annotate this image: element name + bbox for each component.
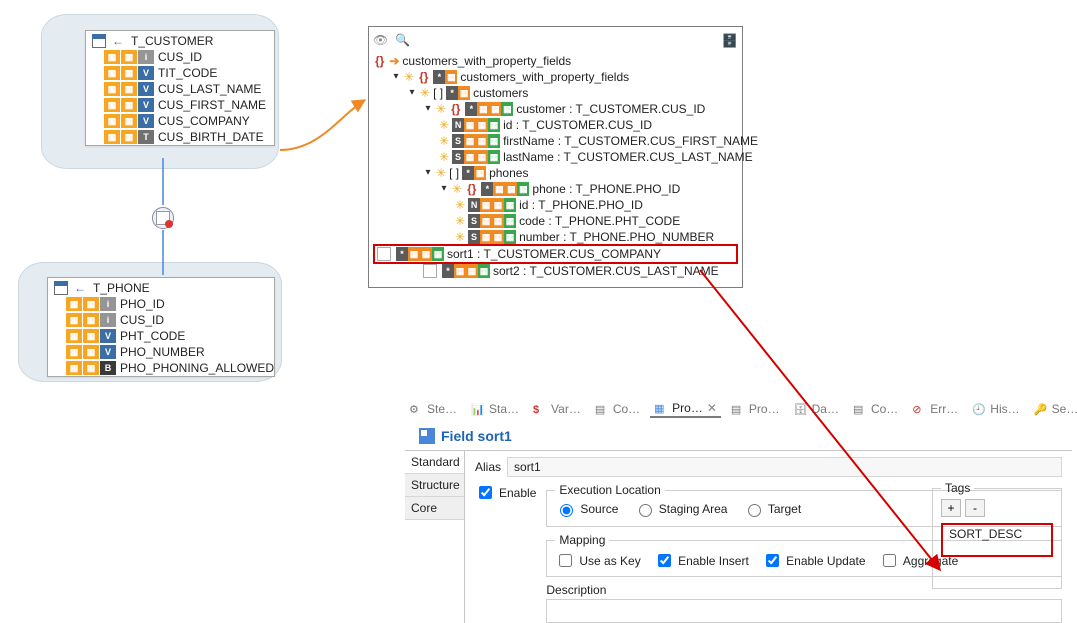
join-icon[interactable] [152, 207, 174, 229]
tag-add-button[interactable]: + [941, 499, 961, 517]
tree-root[interactable]: {}➔ customers_with_property_fields [373, 53, 738, 69]
tag-value-sort-desc[interactable]: SORT_DESC [941, 523, 1053, 557]
target-db-icon[interactable]: 🗄️ [722, 33, 738, 49]
tags-group: Tags + - SORT_DESC [932, 481, 1062, 589]
tab-history[interactable]: His… [968, 401, 1023, 417]
field-icon [377, 247, 391, 261]
view-tabs: Ste… Sta… Var… Co… Pro…✕ Pro… Da… Co… Er… [405, 400, 1072, 418]
tab-errors[interactable]: Err… [908, 401, 962, 417]
column-row[interactable]: ▦▦VCUS_FIRST_NAME [86, 97, 274, 113]
search-icon[interactable] [395, 33, 411, 49]
tab-properties[interactable]: Pro…✕ [650, 400, 721, 418]
side-tab-core[interactable]: Core [405, 497, 464, 520]
description-input[interactable] [546, 599, 1062, 623]
caret-down-icon[interactable]: ▾ [407, 85, 417, 101]
check-enable-insert[interactable]: Enable Insert [654, 551, 749, 570]
caret-down-icon[interactable]: ▾ [423, 165, 433, 181]
side-tab-structure[interactable]: Structure [405, 474, 464, 497]
table-phone-title: T_PHONE [93, 281, 150, 295]
tab-console[interactable]: Co… [591, 401, 644, 417]
caret-down-icon[interactable]: ▾ [439, 181, 449, 197]
link-arrow-icon: ← [112, 34, 124, 48]
tree-leaf[interactable]: ✳N▦▦▦ id : T_PHONE.PHO_ID [373, 197, 738, 213]
tree-leaf[interactable]: ✳ N▦▦▦ id : T_CUSTOMER.CUS_ID [373, 117, 738, 133]
column-row[interactable]: ▦▦VTIT_CODE [86, 65, 274, 81]
tree-leaf[interactable]: *▦▦▦ sort2 : T_CUSTOMER.CUS_LAST_NAME [373, 263, 738, 279]
radio-target[interactable]: Target [743, 501, 801, 517]
table-customer[interactable]: ← T_CUSTOMER ▦▦iCUS_ID ▦▦VTIT_CODE ▦▦VCU… [85, 30, 275, 146]
property-heading: Field sort1 [441, 428, 512, 444]
tab-datasource[interactable]: Da… [790, 401, 843, 417]
tree-leaf[interactable]: ✳S▦▦▦ code : T_PHONE.PHT_CODE [373, 213, 738, 229]
table-customer-title: T_CUSTOMER [131, 34, 213, 48]
column-row[interactable]: ▦▦VCUS_LAST_NAME [86, 81, 274, 97]
column-row[interactable]: ▦▦iPHO_ID [48, 296, 274, 312]
column-row[interactable]: ▦▦iCUS_ID [48, 312, 274, 328]
field-icon [419, 428, 435, 444]
mapping-tree-panel: 🗄️ {}➔ customers_with_property_fields ▾✳… [368, 26, 743, 288]
table-phone[interactable]: ← T_PHONE ▦▦iPHO_ID ▦▦iCUS_ID ▦▦VPHT_COD… [47, 277, 275, 377]
eye-icon[interactable] [373, 33, 389, 49]
field-icon [423, 264, 437, 278]
enable-checkbox[interactable]: Enable [475, 483, 536, 502]
tree-leaf[interactable]: ✳ S▦▦▦ lastName : T_CUSTOMER.CUS_LAST_NA… [373, 149, 738, 165]
properties-panel: Field sort1 Standard Structure Core Alia… [405, 425, 1072, 620]
radio-source[interactable]: Source [555, 501, 618, 517]
caret-down-icon[interactable]: ▾ [423, 101, 433, 117]
tab-steps[interactable]: Ste… [405, 401, 461, 417]
column-row[interactable]: ▦▦VPHT_CODE [48, 328, 274, 344]
tree-leaf[interactable]: ✳ S▦▦▦ firstName : T_CUSTOMER.CUS_FIRST_… [373, 133, 738, 149]
tree-node[interactable]: ▾✳{} *▦▦▦ phone : T_PHONE.PHO_ID [373, 181, 738, 197]
tree-leaf-sort1-selected[interactable]: *▦▦▦ sort1 : T_CUSTOMER.CUS_COMPANY [373, 244, 738, 264]
tab-variables[interactable]: Var… [529, 401, 585, 417]
tree-node[interactable]: ▾✳{} *▦ customers_with_property_fields [373, 69, 738, 85]
side-tabs: Standard Structure Core [405, 450, 465, 623]
radio-staging[interactable]: Staging Area [634, 501, 728, 517]
alias-label: Alias [475, 460, 501, 474]
close-icon[interactable]: ✕ [707, 401, 717, 415]
tab-console2[interactable]: Co… [849, 401, 902, 417]
caret-down-icon[interactable]: ▾ [391, 69, 401, 85]
tab-security[interactable]: Se… [1030, 401, 1077, 417]
column-row[interactable]: ▦▦VPHO_NUMBER [48, 344, 274, 360]
column-row[interactable]: ▦▦iCUS_ID [86, 49, 274, 65]
link-arrow-icon: ← [74, 281, 86, 295]
tree-node[interactable]: ▾✳{} *▦▦▦ customer : T_CUSTOMER.CUS_ID [373, 101, 738, 117]
column-row[interactable]: ▦▦VCUS_COMPANY [86, 113, 274, 129]
curly-icon: {} [373, 53, 386, 69]
check-enable-update[interactable]: Enable Update [762, 551, 865, 570]
tag-remove-button[interactable]: - [965, 499, 985, 517]
side-tab-standard[interactable]: Standard [405, 451, 464, 474]
tree-node[interactable]: ▾✳[ ] *▦ customers [373, 85, 738, 101]
table-icon [54, 281, 68, 295]
tree-leaf[interactable]: ✳S▦▦▦ number : T_PHONE.PHO_NUMBER [373, 229, 738, 245]
arrow-icon: ➔ [389, 53, 399, 69]
tab-statistics[interactable]: Sta… [467, 401, 523, 417]
column-row[interactable]: ▦▦TCUS_BIRTH_DATE [86, 129, 274, 145]
table-icon [92, 34, 106, 48]
column-row[interactable]: ▦▦BPHO_PHONING_ALLOWED [48, 360, 274, 376]
alias-value[interactable]: sort1 [507, 457, 1062, 477]
check-use-as-key[interactable]: Use as Key [555, 551, 640, 570]
tab-problems[interactable]: Pro… [727, 401, 784, 417]
tree-node[interactable]: ▾✳[ ] *▦ phones [373, 165, 738, 181]
